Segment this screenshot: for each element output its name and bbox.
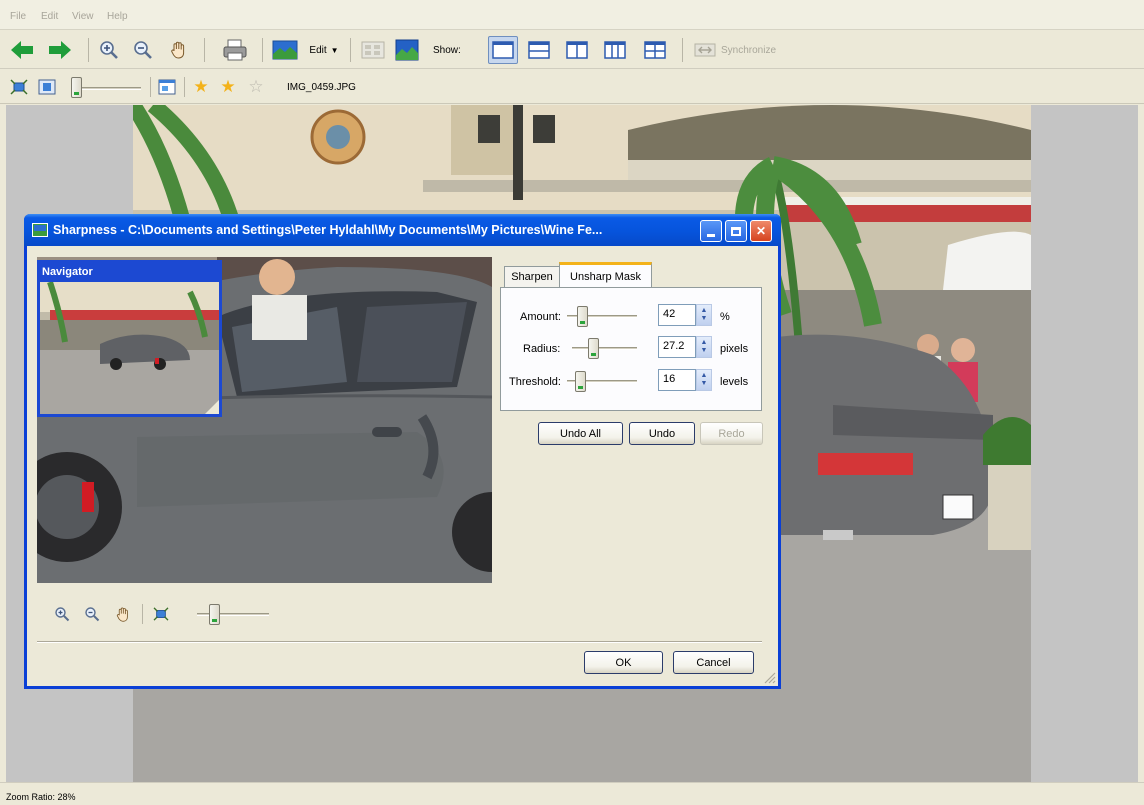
minimize-icon [707, 233, 715, 237]
dialog-title: Sharpness - C:\Documents and Settings\Pe… [53, 223, 603, 237]
undo-all-button[interactable]: Undo All [538, 422, 623, 445]
zoom-out-icon[interactable] [130, 37, 156, 63]
menu-help[interactable]: Help [107, 11, 128, 22]
navigator-label: Navigator [42, 266, 93, 278]
layout-three-column-button[interactable] [600, 36, 630, 64]
edit-image-icon[interactable] [270, 39, 300, 61]
maximize-button[interactable] [725, 220, 747, 242]
redo-button[interactable]: Redo [700, 422, 763, 445]
menu-bar: File Edit View Help [0, 0, 1144, 30]
star-1-icon[interactable]: ★ [190, 76, 212, 98]
actual-size-icon[interactable] [36, 77, 58, 97]
spin-up-icon: ▲ [700, 307, 708, 314]
amount-spinner[interactable]: ▲ ▼ [696, 304, 712, 326]
preview-fit-icon[interactable] [150, 604, 172, 624]
tab-sharpen[interactable]: Sharpen [504, 266, 560, 287]
radius-slider-thumb[interactable] [588, 338, 599, 359]
preview-zoom-slider-track[interactable] [197, 613, 269, 616]
threshold-unit: levels [720, 376, 749, 388]
layout-vertical-split-button[interactable] [562, 36, 592, 64]
dialog-title-bar[interactable]: Sharpness - C:\Documents and Settings\Pe… [24, 214, 781, 246]
resize-grip-icon[interactable] [762, 670, 776, 684]
radius-input[interactable]: 27.2 [658, 336, 696, 358]
status-bar: Zoom Ratio: 28% [0, 782, 1144, 805]
star-3-icon[interactable]: ☆ [245, 76, 267, 98]
amount-unit: % [720, 311, 730, 323]
undo-button[interactable]: Undo [629, 422, 695, 445]
tab-sharpen-label: Sharpen [511, 271, 553, 283]
preview-hand-icon[interactable] [112, 603, 134, 625]
navigator-resize-icon[interactable] [205, 400, 219, 414]
tab-unsharp-mask[interactable]: Unsharp Mask [559, 262, 652, 288]
synchronize-icon [692, 39, 718, 61]
cancel-button[interactable]: Cancel [673, 651, 754, 674]
navigator-panel[interactable]: Navigator [37, 260, 222, 417]
radius-label: Radius: [523, 343, 561, 355]
threshold-spinner[interactable]: ▲ ▼ [696, 369, 712, 391]
layout-single-button[interactable] [488, 36, 518, 64]
ok-button[interactable]: OK [584, 651, 663, 674]
radius-unit: pixels [720, 343, 749, 355]
close-icon: ✕ [755, 224, 767, 238]
threshold-input[interactable]: 16 [658, 369, 696, 391]
amount-slider-thumb[interactable] [577, 306, 588, 327]
maximize-icon [731, 226, 741, 236]
radius-slider-track[interactable] [572, 347, 637, 350]
menu-edit[interactable]: Edit [41, 11, 58, 22]
synchronize-label[interactable]: Synchronize [721, 45, 776, 56]
spin-up-icon: ▲ [700, 339, 708, 346]
star-2-icon[interactable]: ★ [217, 76, 239, 98]
menu-file[interactable]: File [10, 11, 26, 22]
close-button[interactable]: ✕ [750, 220, 772, 242]
zoom-slider-thumb[interactable] [71, 77, 82, 98]
preview-zoom-in-icon[interactable] [52, 604, 72, 624]
spin-down-icon: ▼ [700, 347, 708, 354]
preview-zoom-out-icon[interactable] [82, 604, 102, 624]
layout-grid-button[interactable] [640, 36, 670, 64]
amount-label: Amount: [520, 311, 561, 323]
main-toolbar: Edit ▼ Show: Synchronize [0, 31, 1144, 69]
spin-down-icon: ▼ [700, 380, 708, 387]
edit-label: Edit [309, 44, 327, 56]
preview-zoom-slider-thumb[interactable] [209, 604, 220, 625]
zoom-in-icon[interactable] [96, 37, 122, 63]
forward-arrow-icon[interactable] [46, 37, 74, 63]
tab-unsharp-mask-label: Unsharp Mask [570, 270, 641, 283]
amount-input[interactable]: 42 [658, 304, 696, 326]
fit-to-window-icon[interactable] [8, 77, 30, 97]
slideshow-icon[interactable] [392, 38, 422, 62]
edit-dropdown[interactable]: Edit ▼ [300, 39, 348, 61]
spin-down-icon: ▼ [700, 315, 708, 322]
zoom-ratio-text: Zoom Ratio: 28% [6, 792, 76, 802]
zoom-slider-track[interactable] [75, 87, 141, 90]
contact-sheet-icon[interactable] [358, 39, 388, 61]
radius-spinner[interactable]: ▲ ▼ [696, 336, 712, 358]
threshold-slider-thumb[interactable] [575, 371, 586, 392]
show-label: Show: [433, 45, 461, 56]
image-toolbar: ★ ★ ☆ IMG_0459.JPG [0, 70, 1144, 104]
hand-pan-icon[interactable] [166, 37, 192, 63]
threshold-label: Threshold: [509, 376, 561, 388]
spin-up-icon: ▲ [700, 372, 708, 379]
back-arrow-icon[interactable] [8, 37, 36, 63]
menu-view[interactable]: View [72, 11, 94, 22]
print-icon[interactable] [220, 36, 250, 64]
filename-label: IMG_0459.JPG [287, 82, 356, 93]
image-info-icon[interactable] [156, 77, 178, 97]
chevron-down-icon: ▼ [330, 45, 339, 55]
minimize-button[interactable] [700, 220, 722, 242]
dialog-app-icon [32, 223, 48, 237]
navigator-thumbnail[interactable] [40, 282, 219, 414]
layout-horizontal-split-button[interactable] [524, 36, 554, 64]
dialog-divider [37, 641, 762, 643]
